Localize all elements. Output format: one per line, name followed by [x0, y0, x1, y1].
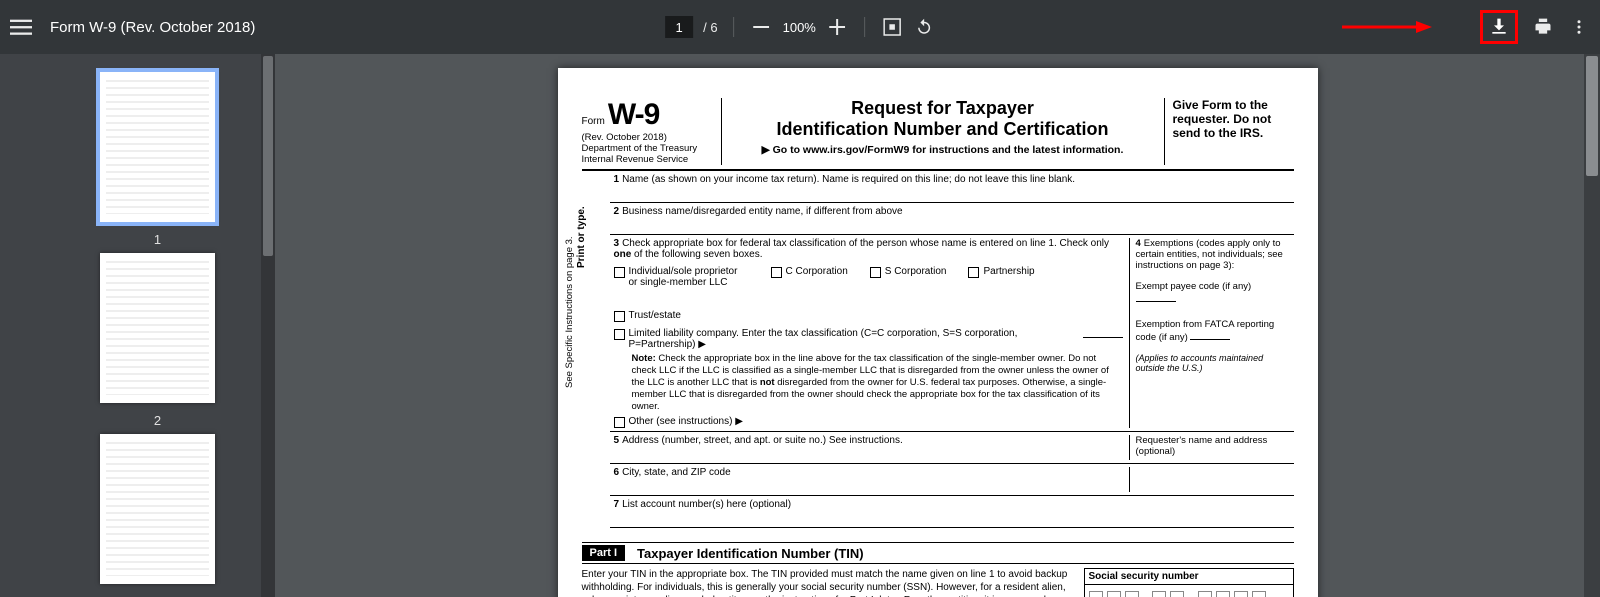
form-irs: Internal Revenue Service	[582, 154, 715, 165]
line-2: 2Business name/disregarded entity name, …	[610, 203, 1294, 235]
thumb-num-2: 2	[100, 413, 215, 428]
document-title: Form W-9 (Rev. October 2018)	[50, 19, 255, 36]
ssn-input[interactable]: – –	[1085, 585, 1293, 597]
line-7: 7List account number(s) here (optional)	[610, 496, 1294, 528]
chk-llc[interactable]: Limited liability company. Enter the tax…	[614, 328, 1123, 350]
form-title-1: Request for Taxpayer	[730, 98, 1156, 119]
menu-icon[interactable]	[10, 16, 32, 38]
chk-individual[interactable]: Individual/sole proprietor or single-mem…	[614, 266, 749, 288]
form-title-2: Identification Number and Certification	[730, 119, 1156, 140]
line-5: 5Address (number, street, and apt. or su…	[610, 432, 1294, 464]
form-dept: Department of the Treasury	[582, 143, 715, 154]
tin-box: Social security number – – or Employer i…	[1084, 568, 1294, 597]
form-word: Form	[582, 116, 605, 127]
thumbnail-sidebar: 1 2	[0, 54, 275, 597]
chk-c-corp[interactable]: C Corporation	[771, 266, 848, 288]
chk-partnership[interactable]: Partnership	[968, 266, 1034, 288]
form-goto: ▶ Go to www.irs.gov/FormW9 for instructi…	[730, 144, 1156, 156]
thumbnail-page-3[interactable]	[100, 434, 215, 584]
download-button[interactable]	[1480, 10, 1518, 44]
thumb-num-1: 1	[100, 232, 215, 247]
print-icon[interactable]	[1532, 16, 1554, 38]
side-label-instructions: See Specific Instructions on page 3.	[564, 236, 575, 388]
pdf-toolbar: Form W-9 (Rev. October 2018) / 6 100%	[0, 0, 1600, 54]
form-code: W-9	[608, 98, 659, 131]
chk-other[interactable]: Other (see instructions) ▶	[614, 416, 1123, 428]
chk-s-corp[interactable]: S Corporation	[870, 266, 947, 288]
tin-instructions: Enter your TIN in the appropriate box. T…	[582, 568, 1074, 597]
thumbnail-page-2[interactable]: 2	[100, 253, 215, 428]
thumbnail-page-1[interactable]: 1	[100, 72, 215, 247]
page-total: / 6	[703, 20, 717, 35]
pdf-page-1: Form W-9 (Rev. October 2018) Department …	[558, 68, 1318, 597]
more-icon[interactable]	[1568, 16, 1590, 38]
form-give: Give Form to the requester. Do not send …	[1164, 98, 1294, 165]
sidebar-scrollbar[interactable]	[261, 54, 275, 597]
zoom-out-button[interactable]	[751, 16, 773, 38]
zoom-percent: 100%	[783, 20, 816, 35]
fit-page-icon[interactable]	[881, 16, 903, 38]
page-number-input[interactable]	[665, 16, 693, 38]
rotate-icon[interactable]	[913, 16, 935, 38]
pdf-viewer[interactable]: Form W-9 (Rev. October 2018) Department …	[275, 54, 1600, 597]
line-6: 6City, state, and ZIP code	[610, 464, 1294, 496]
part-1-header: Part I Taxpayer Identification Number (T…	[582, 542, 1294, 564]
viewer-scrollbar[interactable]	[1584, 54, 1600, 597]
chk-trust[interactable]: Trust/estate	[614, 310, 681, 322]
side-label-print: Print or type.	[576, 206, 587, 268]
line-3-4: 3Check appropriate box for federal tax c…	[610, 235, 1294, 432]
zoom-in-button[interactable]	[826, 16, 848, 38]
line-1: 1Name (as shown on your income tax retur…	[610, 171, 1294, 203]
form-rev: (Rev. October 2018)	[582, 132, 715, 143]
